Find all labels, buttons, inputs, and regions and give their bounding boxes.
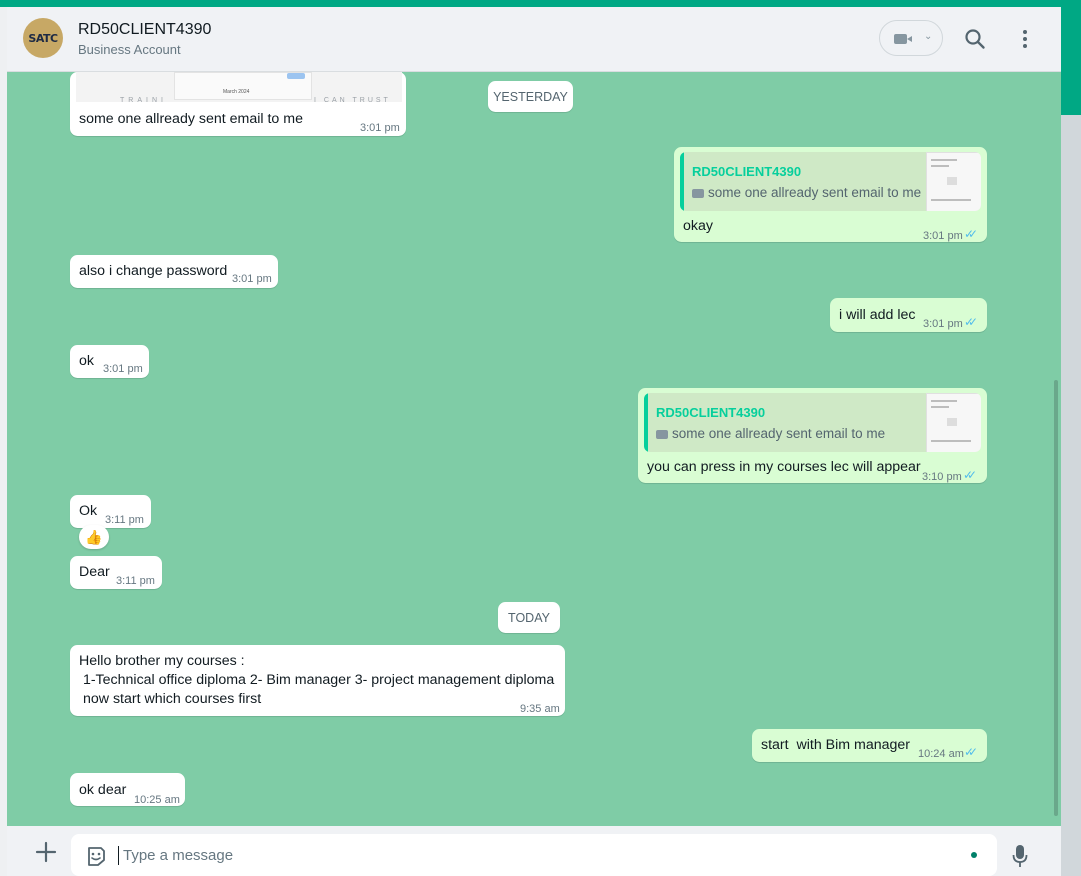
image-preview[interactable]: March 2024 TRAINI I CAN TRUST [76,72,402,104]
message-input-box[interactable]: Type a message [71,834,997,876]
date-divider-today: TODAY [498,602,560,633]
chat-header: SATC RD50CLIENT4390 Business Account ⌄ [7,7,1061,72]
message-incoming[interactable]: ok dear 10:25 am [70,773,185,806]
message-incoming[interactable]: Ok 3:11 pm [70,495,151,528]
message-time: 3:11 pm [116,575,155,587]
double-tick-icon: ✓✓ [964,315,978,329]
quote-thumbnail [926,393,981,452]
image-watermark: TRAINI [120,97,167,104]
text-caret [118,846,119,865]
calendar-image: March 2024 [174,72,312,100]
message-input-placeholder[interactable]: Type a message [123,847,233,864]
message-text-line: Hello brother my courses : [79,653,245,669]
double-tick-icon: ✓✓ [963,468,977,482]
thumbs-up-icon: 👍 [85,528,103,545]
quote-author: RD50CLIENT4390 [692,164,802,179]
avatar[interactable]: SATC [23,18,63,58]
app-right-background [1061,115,1081,876]
message-text: you can press in my courses lec will app… [647,459,921,475]
message-incoming[interactable]: ok 3:01 pm [70,345,149,378]
message-text: Ok [79,503,98,519]
message-outgoing[interactable]: start with Bim manager 10:24 am ✓✓ [752,729,987,762]
contact-status: Business Account [78,42,181,57]
attach-button[interactable] [33,838,59,864]
app-left-background [0,7,7,876]
message-text-line: 1-Technical office diploma 2- Bim manage… [79,672,555,688]
quote-body: some one allready sent email to me [692,183,921,202]
quote-thumbnail [926,152,981,211]
chevron-down-icon: ⌄ [924,31,933,42]
message-time: 3:10 pm [922,471,962,483]
double-tick-icon: ✓✓ [964,227,978,241]
camera-icon [656,430,668,439]
app-top-accent [0,0,1081,7]
message-text: also i change password [79,263,228,279]
quote-body: some one allready sent email to me [656,424,885,443]
message-outgoing[interactable]: RD50CLIENT4390 some one allready sent em… [638,388,987,483]
mic-icon [1012,845,1028,867]
message-time: 10:24 am [918,748,964,760]
message-text: ok [79,353,94,369]
message-time: 9:35 am [520,703,560,715]
message-time: 3:01 pm [923,230,963,242]
message-time: 3:01 pm [232,273,272,285]
message-time: 3:01 pm [360,122,400,134]
message-text: some one allready sent email to me [79,111,303,127]
message-incoming[interactable]: March 2024 TRAINI I CAN TRUST some one a… [70,72,406,136]
message-time: 3:01 pm [103,363,143,375]
date-divider-yesterday: YESTERDAY [488,81,573,112]
message-time: 3:11 pm [105,514,144,526]
app-right-accent [1061,7,1081,115]
camera-icon [692,189,704,198]
search-icon [965,29,985,49]
plus-icon [35,841,57,863]
message-text: i will add lec [839,307,916,323]
message-outgoing[interactable]: RD50CLIENT4390 some one allready sent em… [674,147,987,242]
message-incoming[interactable]: Hello brother my courses : 1-Technical o… [70,645,565,716]
message-incoming[interactable]: Dear 3:11 pm [70,556,162,589]
video-call-button[interactable]: ⌄ [879,20,943,56]
quote-text: some one allready sent email to me [672,426,886,441]
avatar-logo-text: SATC [28,31,58,45]
message-incoming[interactable]: also i change password 3:01 pm [70,255,278,288]
message-text-line: now start which courses first [83,691,262,707]
quoted-message[interactable]: RD50CLIENT4390 some one allready sent em… [644,393,981,452]
video-call-icon [894,34,912,44]
quote-bar [644,393,648,452]
compose-bar: Type a message [7,826,1061,876]
message-text: okay [683,218,713,234]
emoji-icon[interactable] [85,845,107,867]
reaction-badge[interactable]: 👍 [79,525,109,549]
message-text: Dear [79,564,110,580]
quoted-message[interactable]: RD50CLIENT4390 some one allready sent em… [680,152,981,211]
chat-messages-area[interactable]: March 2024 TRAINI I CAN TRUST some one a… [7,72,1061,826]
calendar-month-label: March 2024 [223,89,250,95]
status-dot [971,852,977,858]
quote-bar [680,152,684,211]
voice-message-button[interactable] [1012,844,1028,873]
message-time: 3:01 pm [923,318,963,330]
quote-author: RD50CLIENT4390 [656,405,766,420]
menu-icon [1023,30,1027,48]
quote-text: some one allready sent email to me [708,185,922,200]
contact-name[interactable]: RD50CLIENT4390 [78,21,211,39]
double-tick-icon: ✓✓ [964,745,978,759]
message-text: ok dear [79,782,127,798]
menu-button[interactable] [1007,21,1043,57]
message-outgoing[interactable]: i will add lec 3:01 pm ✓✓ [830,298,987,332]
search-button[interactable] [957,21,993,57]
image-watermark: I CAN TRUST [314,97,391,104]
chat-scrollbar[interactable] [1054,380,1058,816]
message-time: 10:25 am [134,794,180,806]
message-text: start with Bim manager [761,737,911,753]
